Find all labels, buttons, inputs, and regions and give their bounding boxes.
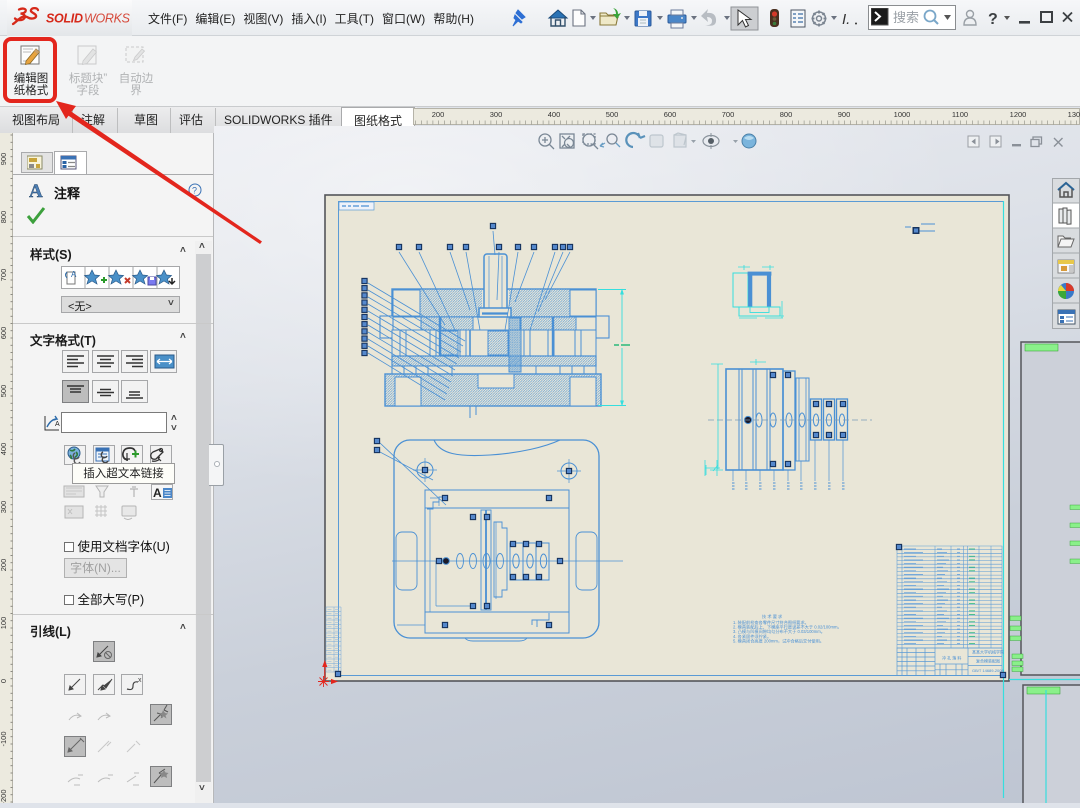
svg-text:SOLID: SOLID <box>46 12 83 26</box>
svg-text:5. 模具闭合高度 200mm，试冲合格后交付使用。: 5. 模具闭合高度 200mm，试冲合格后交付使用。 <box>733 637 824 644</box>
svg-text:冲 孔 落 料: 冲 孔 落 料 <box>942 655 961 661</box>
svg-text:?: ? <box>988 11 998 28</box>
svg-text:搜索: 搜索 <box>893 10 919 25</box>
svg-text:500: 500 <box>606 110 619 119</box>
svg-text:WORKS: WORKS <box>84 12 131 26</box>
svg-text:400: 400 <box>0 443 8 456</box>
svg-text:GB/T 14689-2008: GB/T 14689-2008 <box>972 668 1005 673</box>
svg-text:A: A <box>29 181 43 199</box>
svg-text:复合模装配图: 复合模装配图 <box>976 658 1000 664</box>
svg-text:700: 700 <box>722 110 735 119</box>
svg-text:900: 900 <box>838 110 851 119</box>
svg-text:500: 500 <box>0 385 8 398</box>
svg-text:1300: 1300 <box>1068 110 1080 119</box>
svg-text:A: A <box>153 486 162 500</box>
svg-text:A: A <box>55 421 60 428</box>
svg-text:300: 300 <box>0 501 8 514</box>
svg-text:400: 400 <box>548 110 561 119</box>
svg-text:700: 700 <box>0 269 8 282</box>
svg-text:900: 900 <box>0 153 8 166</box>
svg-text:1100: 1100 <box>952 110 968 119</box>
svg-text:技 术 要 求: 技 术 要 求 <box>762 613 783 620</box>
svg-text:I.: I. <box>842 11 850 28</box>
svg-text:x: x <box>138 677 142 684</box>
svg-text:800: 800 <box>0 211 8 224</box>
svg-text:1000: 1000 <box>894 110 911 119</box>
svg-text:某某大学机械学院: 某某大学机械学院 <box>972 649 1004 655</box>
svg-text:-100: -100 <box>0 731 8 746</box>
svg-text:-200: -200 <box>0 789 8 803</box>
svg-text:A: A <box>71 270 77 279</box>
svg-text:1200: 1200 <box>1010 110 1027 119</box>
svg-text:600: 600 <box>664 110 677 119</box>
svg-text:200: 200 <box>0 559 8 572</box>
svg-text:800: 800 <box>780 110 793 119</box>
svg-text:600: 600 <box>0 327 8 340</box>
svg-text:100: 100 <box>0 617 8 630</box>
svg-text:300: 300 <box>490 110 503 119</box>
svg-text:200: 200 <box>432 110 445 119</box>
svg-text:?: ? <box>192 186 197 196</box>
svg-text:0: 0 <box>0 679 8 683</box>
